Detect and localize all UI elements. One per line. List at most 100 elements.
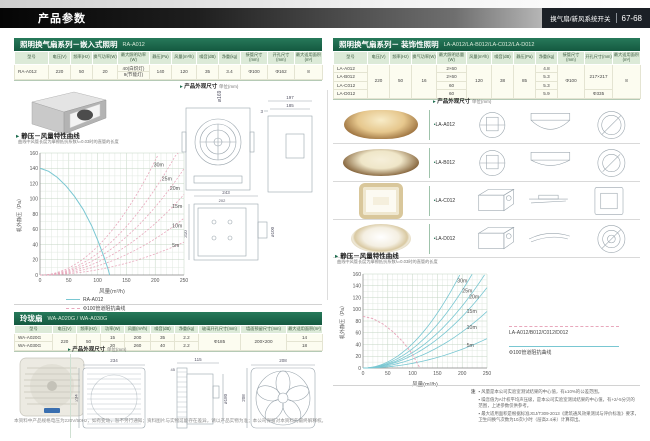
col-header: 接管尺寸(mm) xyxy=(241,52,268,65)
cell-noise: 38 xyxy=(492,64,514,98)
wa-row: WA-A020G 220 50 15 200 35 2.2 Φ185 200×2… xyxy=(15,333,323,342)
cell-hole: 217×217 xyxy=(585,64,613,90)
la-row: LA-A012 220 50 16 2×60 120 38 85 4.8 Φ10… xyxy=(334,64,641,73)
section-la-title: 照明换气扇系列－ 装饰性照明 xyxy=(339,39,439,50)
col-header: 换气功率(W) xyxy=(412,52,437,65)
svg-text:60: 60 xyxy=(32,227,38,233)
col-header: 功率(W) xyxy=(101,326,125,334)
svg-text:20m: 20m xyxy=(469,295,479,301)
svg-text:5m: 5m xyxy=(172,243,179,249)
legend-duct-curve: Φ100管道阻抗曲线 xyxy=(509,346,634,358)
la-spec-table: 型号 电压(V) 频率(Hz) 换气功率(W) 最大照明总量(W) 风量(m³/… xyxy=(333,51,641,99)
ra-pressure-airflow-chart: 0204060801001201401600501001502002505m10… xyxy=(14,145,194,297)
svg-text:10m: 10m xyxy=(172,224,182,230)
section-la: 照明换气扇系列－ 装饰性照明 LA-A012/LA-B012/LA-C012/L… xyxy=(333,38,640,413)
svg-text:30m: 30m xyxy=(154,162,164,168)
svg-text:250: 250 xyxy=(180,278,189,284)
cell-duct: Φ100 xyxy=(241,64,268,79)
col-header: 净重(kg) xyxy=(536,52,558,65)
svg-text:机外静压（Pa）: 机外静压（Pa） xyxy=(339,303,346,339)
svg-text:120: 120 xyxy=(30,181,39,187)
drawings-la-d012 xyxy=(471,222,640,256)
dim-back-w: 208 xyxy=(279,358,287,363)
cell-model: LA-D012 xyxy=(334,90,368,99)
dim-side-w: 197 xyxy=(286,95,294,100)
svg-text:机外静压（Pa）: 机外静压（Pa） xyxy=(16,196,23,232)
cell-weight: 2.2 xyxy=(175,342,199,351)
photo-la-c012 xyxy=(359,183,403,219)
cell-hole: Φ162 xyxy=(268,64,295,79)
dim-side-d: 115 xyxy=(194,357,202,362)
cell-model: LA-B012 xyxy=(334,73,368,82)
ra-spec-table: 型号 电压(V) 频率(Hz) 换气功率(W) 最大照明功率(W) 静压(Pa)… xyxy=(14,51,323,80)
col-header: 噪音(dB) xyxy=(197,52,219,65)
dim-side-gap: 3 xyxy=(260,109,263,114)
col-header: 开孔尺寸(mm) xyxy=(268,52,295,65)
category-label: 换气扇/新风系统开关 xyxy=(550,13,610,23)
col-header: 开孔尺寸(mm) xyxy=(585,52,613,65)
svg-text:150: 150 xyxy=(433,371,442,377)
cell-noise: 35 xyxy=(197,64,219,79)
svg-text:140: 140 xyxy=(353,284,362,290)
cell-hole: Φ335 xyxy=(585,90,613,99)
page-title: 产品参数 xyxy=(0,10,86,26)
cell-model: WA-A020G xyxy=(15,333,53,342)
page-header-band: 产品参数 换气扇/新风系统开关 67-68 xyxy=(0,8,650,28)
col-header: 最大适用面积(m²) xyxy=(295,52,323,65)
section-la-model: LA-A012/LA-B012/LA-C012/LA-D012 xyxy=(444,42,535,48)
dim-bot-w: 243 xyxy=(222,190,230,195)
cell-weight: 4.8 xyxy=(536,64,558,73)
cell-area: 8 xyxy=(613,64,641,98)
svg-text:20m: 20m xyxy=(170,186,180,192)
cell-airflow: 120 xyxy=(172,64,197,79)
col-header: 噪音(dB) xyxy=(492,52,514,65)
cell-model: LA-C012 xyxy=(334,81,368,90)
cell-power: 15 xyxy=(101,333,125,342)
wa-dims-unit: 单位(mm) xyxy=(107,347,127,352)
wa-spec-table: 型号 电压(V) 频率(Hz) 功率(W) 风量(m³/h) 噪音(dB) 净重… xyxy=(14,325,323,351)
svg-text:100: 100 xyxy=(353,307,362,313)
section-ra-model: RA-A012 xyxy=(123,42,145,48)
col-header: 电压(V) xyxy=(368,52,390,65)
svg-text:100: 100 xyxy=(408,371,417,377)
dim-bot-w2: 202 xyxy=(219,198,226,203)
ra-dims-caption: 产品外观尺寸 单位(mm) xyxy=(180,82,238,90)
cell-noise: 35 xyxy=(151,333,175,342)
header-category-block: 换气扇/新风系统开关 67-68 xyxy=(542,8,650,28)
wa-dimension-drawings: 234 234 115 45 ø180 208 208 xyxy=(70,354,327,438)
col-header: 频率(Hz) xyxy=(71,52,93,65)
svg-text:25m: 25m xyxy=(162,177,172,183)
photo-la-b012 xyxy=(343,149,419,176)
note-item: 噪音值为A计权平均声压级，是本公司实验室测试结果的中心值，有+2/-5分贝的范围… xyxy=(478,397,639,410)
col-header: 噪音(dB) xyxy=(151,326,175,334)
cell-weight: 5.3 xyxy=(536,81,558,90)
col-header: 风量(m³/h) xyxy=(467,52,492,65)
col-header: 风量(m³/h) xyxy=(172,52,197,65)
gallery-label: LA-C012 xyxy=(429,186,471,216)
legend-fan-curve: LA-A012/B012/C012/D012 xyxy=(509,326,634,338)
dim-fan-dia: ø180 xyxy=(223,393,228,404)
panel-divider xyxy=(327,90,328,300)
col-header: 型号 xyxy=(334,52,368,65)
drawings-la-a012 xyxy=(471,108,640,142)
col-header: 电压(V) xyxy=(49,52,71,65)
ra-product-photo xyxy=(18,88,110,136)
svg-text:0: 0 xyxy=(362,371,365,377)
svg-text:80: 80 xyxy=(32,212,38,218)
ra-dims-unit: 单位(mm) xyxy=(219,84,239,89)
cell-airflow: 260 xyxy=(125,342,151,351)
gallery-label: LA-A012 xyxy=(429,110,471,140)
col-header: 风量(m³/h) xyxy=(125,326,151,334)
gallery-label: LA-D012 xyxy=(429,224,471,254)
wa-header-row: 型号 电压(V) 频率(Hz) 功率(W) 风量(m³/h) 噪音(dB) 净重… xyxy=(15,326,323,334)
cell-freq: 50 xyxy=(390,64,412,98)
col-header: 净重(kg) xyxy=(219,52,241,65)
la-dims-caption-text: 产品外观尺寸 xyxy=(437,99,470,105)
dim-front-dia: ø169 xyxy=(217,90,223,102)
wa-dims-caption: 产品外观尺寸 单位(mm) xyxy=(68,345,126,353)
col-header: 静压(Pa) xyxy=(514,52,536,65)
la-chart-note: 曲线中风管长度为摩擦抵抗系数λ=0.03时的直管的长度 xyxy=(337,259,438,265)
cell-weight: 2.2 xyxy=(175,333,199,342)
svg-text:60: 60 xyxy=(355,331,361,337)
svg-text:80: 80 xyxy=(355,319,361,325)
